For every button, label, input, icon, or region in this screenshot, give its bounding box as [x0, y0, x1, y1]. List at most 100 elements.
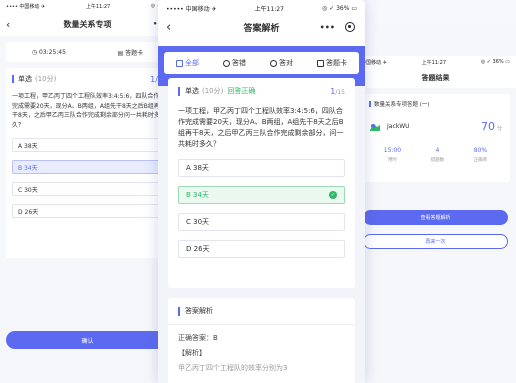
analysis-title: 答案解析 [185, 307, 213, 315]
answer-status: 回答正确 [227, 87, 256, 95]
tab-label: 全部 [185, 59, 199, 67]
stat-time: 15:00 用时 [384, 147, 401, 163]
option-c[interactable]: C 30天 [178, 213, 345, 231]
option-label: D 26天 [186, 245, 210, 253]
back-icon[interactable]: ‹ [6, 18, 10, 31]
option-a[interactable]: A 38天 [12, 138, 163, 152]
retry-button[interactable]: 再来一次 [363, 234, 508, 249]
tab-all[interactable]: 全部 [176, 58, 199, 68]
analysis-label: 【解析】 [178, 349, 206, 357]
header: ••••• 中国移动 ✈ 上午11:27 ◎ ✓ 36% ▭ ‹ 答案解析 ••… [158, 0, 365, 46]
page-title: 数量关系专项 [63, 19, 112, 29]
accent-marker [178, 86, 180, 96]
option-label: C 30天 [186, 218, 210, 226]
score-unit: 分 [496, 126, 502, 132]
check-icon [270, 59, 277, 67]
status-time: 上午11:27 [85, 3, 111, 10]
status-carrier: ••••• 中国移动 ✈ [166, 5, 217, 13]
nav-bar: ‹ 答案解析 ••• [158, 16, 365, 38]
question-score: (10分) [35, 75, 57, 83]
question-number: 1/15 [330, 87, 345, 96]
divider [168, 324, 355, 325]
phone-result: 中国移动 ✈ 上午11:27 ◎ ✓ 36% ▭ 答题结果 数量关系专项答题 (… [355, 56, 516, 383]
answer-card-label: 答题卡 [125, 49, 144, 57]
tab-answer-card[interactable]: 答题卡 [317, 58, 347, 68]
more-icon[interactable]: ••• [320, 23, 335, 32]
timer: ◷ 03:25:45 [32, 49, 66, 56]
tab-label: 答对 [279, 59, 293, 67]
question-type: 单选 [18, 75, 32, 83]
grid-icon [176, 59, 183, 67]
phone-question: •••• 中国移动 ✈ 上午11:27 ◎ ✓ 39 ‹ 数量关系专项 •••·… [0, 0, 175, 383]
tab-label: 答题卡 [326, 59, 347, 67]
user-name: JackWU [387, 123, 410, 130]
option-d[interactable]: D 26天 [178, 240, 345, 258]
question-total: /15 [335, 88, 345, 96]
tab-label: 答错 [232, 59, 246, 67]
option-label: A 38天 [186, 164, 209, 172]
timer-bar: ◷ 03:25:45 ▤ 答题卡 [6, 42, 169, 62]
option-label: B 34天 [186, 191, 209, 199]
status-bar: •••• 中国移动 ✈ 上午11:27 ◎ ✓ 39 [0, 0, 175, 12]
question-card: 单选 (10分) 1/1 一项工程，甲乙丙丁四个工程队效率3:4:5:6，四队合… [6, 68, 169, 258]
target-icon[interactable] [345, 22, 355, 32]
option-d[interactable]: D 26天 [12, 204, 163, 218]
view-analysis-button[interactable]: 查看答题解析 [363, 210, 508, 225]
accent-marker [178, 306, 180, 316]
stats-row: 15:00 用时 4 错题数 80% 正确率 [369, 147, 502, 163]
question-text: 一项工程，甲乙丙丁四个工程队效率3:4:5:6，四队合作完成需要20天，现分A、… [12, 93, 160, 129]
question-type: 单选 [185, 87, 199, 95]
question-header: 单选 (10分) 1/1 [12, 74, 163, 84]
status-right: ◎ ✓ 36% ▭ [480, 59, 510, 65]
avatar-icon [370, 123, 380, 131]
option-b[interactable]: B 34天 [12, 160, 163, 174]
score-value: 70 分 [481, 120, 502, 133]
analysis-header: 答案解析 [178, 306, 345, 316]
status-bar: 中国移动 ✈ 上午11:27 ◎ ✓ 36% ▭ [355, 56, 516, 68]
option-c[interactable]: C 30天 [12, 182, 163, 196]
phone-analysis: ••••• 中国移动 ✈ 上午11:27 ◎ ✓ 36% ▭ ‹ 答案解析 ••… [158, 0, 365, 383]
stat-label: 用时 [387, 158, 397, 163]
tab-wrong[interactable]: 答错 [223, 58, 246, 68]
question-header: 单选 (10分) 回答正确 1/15 [178, 86, 345, 96]
answer-card-button[interactable]: ▤ 答题卡 [118, 48, 144, 57]
card-icon [317, 59, 324, 67]
analysis-text: 甲乙丙丁四个工程队的效率分别为3 [178, 364, 288, 372]
status-carrier: •••• 中国移动 ✈ [6, 3, 46, 10]
accent-marker [12, 75, 14, 83]
status-bar: ••••• 中国移动 ✈ 上午11:27 ◎ ✓ 36% ▭ [158, 0, 365, 16]
tab-right[interactable]: 答对 [270, 58, 293, 68]
exam-name: 数量关系专项答题 (一) [374, 102, 430, 108]
clock-icon: ◷ [31, 48, 39, 56]
back-icon[interactable]: ‹ [166, 20, 171, 35]
option-b[interactable]: B 34天 ✓ [178, 186, 345, 204]
stat-value: 15:00 [383, 147, 402, 154]
score-number: 70 [480, 120, 495, 133]
mockup-stage: •••• 中国移动 ✈ 上午11:27 ◎ ✓ 39 ‹ 数量关系专项 •••·… [0, 0, 516, 383]
status-right: ◎ ✓ 36% ▭ [322, 4, 357, 12]
check-icon: ✓ [329, 191, 337, 199]
nav-bar: ‹ 数量关系专项 •••· [0, 12, 175, 36]
stat-label: 错题数 [430, 158, 445, 163]
question-score: (10分) [202, 87, 224, 95]
user-row: JackWU 70 分 [369, 120, 502, 133]
timer-value: 03:25:45 [38, 48, 66, 56]
accent-marker [369, 101, 371, 107]
stat-value: 4 [435, 147, 440, 154]
exam-title: 数量关系专项答题 (一) [369, 100, 502, 108]
correct-answer: 正确答案：B [178, 334, 218, 342]
status-time: 上午11:27 [421, 59, 447, 66]
analysis-panel: 答案解析 正确答案：B 【解析】 甲乙丙丁四个工程队的效率分别为3 [168, 298, 355, 383]
confirm-button[interactable]: 确认 [6, 331, 169, 349]
page-title: 答题结果 [355, 68, 516, 88]
question-card: 单选 (10分) 回答正确 1/15 一项工程，甲乙丙丁四个工程队效率3:4:5… [168, 78, 355, 288]
result-card: 数量关系专项答题 (一) JackWU 70分 15:00 用时 4 错题数 [361, 94, 510, 182]
question-text: 一项工程，甲乙丙丁四个工程队效率3:4:5:6，四队合作完成需要20天，现分A、… [178, 107, 344, 148]
stat-wrong: 4 错题数 [431, 147, 445, 163]
stat-accuracy: 80% 正确率 [474, 147, 488, 163]
stat-value: 80% [473, 147, 488, 154]
wrong-icon [223, 59, 230, 67]
filter-tabs: 全部 答错 答对 答题卡 [164, 52, 359, 74]
option-a[interactable]: A 38天 [178, 159, 345, 177]
card-icon: ▤ [117, 49, 126, 57]
